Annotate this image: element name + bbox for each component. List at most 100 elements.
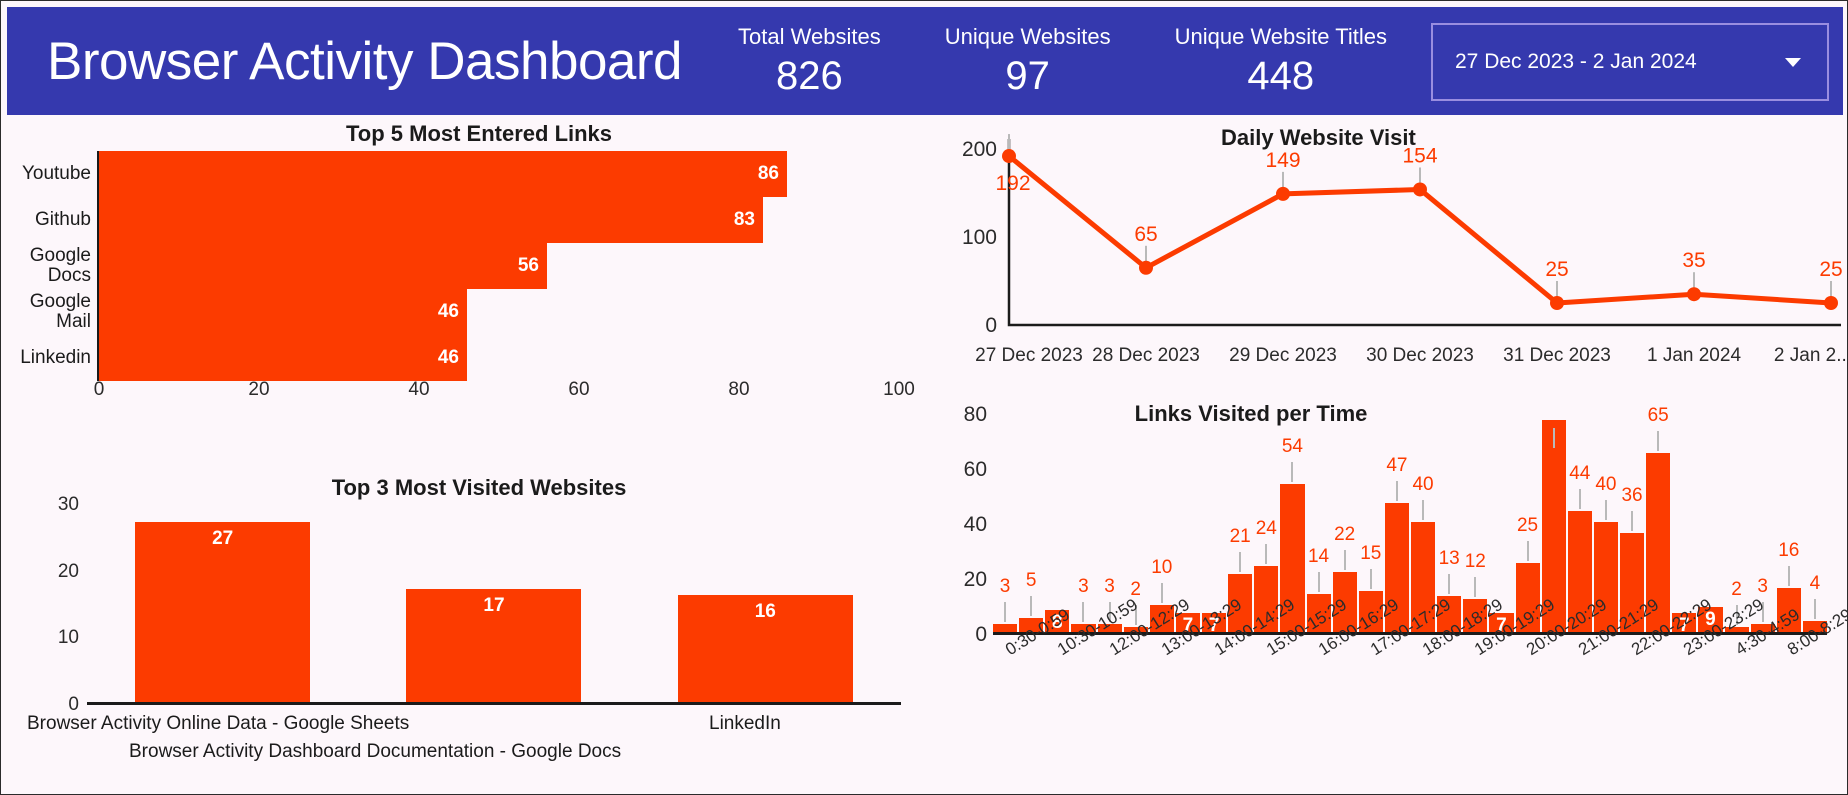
bar-value-label: 2 xyxy=(1731,578,1742,600)
bar-value-label: 5 xyxy=(1025,570,1037,592)
kpi-group: Total Websites 826 Unique Websites 97 Un… xyxy=(728,23,1397,99)
data-point-label: 35 xyxy=(1682,249,1705,272)
bar-value-label: 10 xyxy=(1151,556,1173,578)
bar-value-label: 14 xyxy=(1307,545,1330,567)
kpi-total-websites-label: Total Websites xyxy=(738,24,881,50)
bar-value-label: 21 xyxy=(1229,526,1251,548)
kpi-unique-website-titles-label: Unique Website Titles xyxy=(1174,24,1387,50)
bar[interactable]: 83 xyxy=(99,197,763,243)
kpi-total-websites: Total Websites 826 xyxy=(728,23,891,99)
label-leader xyxy=(1369,568,1372,589)
chart-top-5-most-entered-links[interactable]: Top 5 Most Entered Links Youtube 86 Github… xyxy=(9,117,919,437)
data-point xyxy=(1687,287,1701,302)
bar-category-label: Google Docs xyxy=(29,245,91,286)
bar-value-label: 25 xyxy=(1516,515,1539,537)
bar-category-label: Github xyxy=(35,209,91,231)
bar-category-label: Linkedin xyxy=(20,347,91,369)
y-axis-tick: 30 xyxy=(57,494,79,515)
bar-track: 46 xyxy=(97,289,919,335)
bar-value-label: 56 xyxy=(517,255,539,276)
label-leader xyxy=(1631,511,1634,531)
y-axis: 0 10 20 30 xyxy=(25,494,79,715)
chart-title: Top 3 Most Visited Websites xyxy=(331,475,627,500)
data-point xyxy=(1824,296,1838,310)
label-leader xyxy=(1657,431,1660,452)
bar[interactable]: 3 xyxy=(993,576,1018,632)
category-label: LinkedIn xyxy=(709,713,781,734)
x-axis-tick: 60 xyxy=(568,379,590,400)
y-axis-tick: 40 xyxy=(963,513,987,536)
bar-value-label: 27 xyxy=(212,528,234,549)
bar[interactable]: 27 xyxy=(135,522,311,702)
bar[interactable]: 17 xyxy=(406,588,582,702)
data-point-label: 149 xyxy=(1265,149,1300,172)
date-range-selector[interactable]: 27 Dec 2023 - 2 Jan 2024 xyxy=(1431,23,1829,101)
label-leader xyxy=(1317,571,1320,592)
chevron-down-icon xyxy=(1785,57,1801,67)
category-label: Browser Activity Online Data - Google Sh… xyxy=(27,713,410,734)
bar-value-label: 3 xyxy=(999,575,1011,597)
chart-top-3-most-visited-websites[interactable]: Top 3 Most Visited Websites 0 10 20 30 27 17… xyxy=(9,471,919,791)
x-axis-labels: 0:30-0:59 10:30-10:59 12:00-12:29 13:00-13:… xyxy=(993,595,1848,789)
bar[interactable]: 86 xyxy=(99,151,787,197)
x-axis: 27 Dec 2023 28 Dec 2023 29 Dec 2023 30 Dec … xyxy=(931,345,1848,379)
y-axis-tick: 200 xyxy=(962,138,997,161)
y-axis: 0 20 40 60 80 xyxy=(931,403,987,646)
bar-category-label: Youtube xyxy=(21,163,91,185)
bar-value-label: 47 xyxy=(1386,454,1408,476)
x-axis-tick: 1 Jan 2024 xyxy=(1646,345,1742,366)
label-leader xyxy=(1395,480,1398,501)
data-point-label: 192 xyxy=(995,172,1030,195)
bar-track: 83 xyxy=(97,197,919,243)
label-leader xyxy=(1030,596,1033,617)
dashboard-header: Browser Activity Dashboard Total Website… xyxy=(7,7,1843,115)
bar-group: 27 17 16 xyxy=(87,505,901,705)
label-leader xyxy=(1082,601,1085,622)
bar-category-label: Google Mail xyxy=(29,291,91,332)
bar-value-label: 3 xyxy=(1757,575,1768,597)
y-axis-tick: 0 xyxy=(975,623,987,646)
kpi-unique-websites-label: Unique Websites xyxy=(944,24,1111,50)
chart-daily-website-visit[interactable]: 0 100 200 Daily Website Visit 192 65 149 154 25 3… xyxy=(931,117,1848,389)
bar-value-label: 3 xyxy=(1078,575,1089,597)
bar-value-label: 24 xyxy=(1255,518,1277,539)
data-point xyxy=(1413,182,1427,197)
data-point-label: 154 xyxy=(1402,144,1437,167)
label-leader xyxy=(1474,577,1477,597)
dashboard-root: Browser Activity Dashboard Total Website… xyxy=(0,0,1848,795)
label-leader xyxy=(1578,489,1581,509)
label-leader xyxy=(1787,566,1790,586)
x-axis-tick: 30 Dec 2023 xyxy=(1366,345,1474,366)
bar-row: Google Mail 46 xyxy=(9,289,919,335)
data-point-label: 25 xyxy=(1819,258,1842,281)
label-leader xyxy=(1604,500,1607,520)
y-axis-tick: 20 xyxy=(963,568,987,591)
bar-value-label: 22 xyxy=(1334,523,1356,545)
bar[interactable]: 46 xyxy=(99,289,467,335)
page-title: Browser Activity Dashboard xyxy=(47,31,683,91)
x-axis-tick: 2 Jan 2... xyxy=(1773,345,1848,366)
bar-value-label: 16 xyxy=(1778,540,1800,561)
bar[interactable]: 16 xyxy=(677,595,853,702)
label-leader xyxy=(1813,599,1816,619)
bar-value-label: 40 xyxy=(1412,474,1434,495)
bar-value-label: 83 xyxy=(733,209,755,230)
x-axis-tick: 0 xyxy=(93,379,105,400)
bar[interactable]: 56 xyxy=(99,243,547,289)
chart-links-visited-per-time[interactable]: Links Visited per Time 0 20 40 60 80 3583321… xyxy=(931,397,1848,793)
label-leader xyxy=(1552,428,1555,449)
bar-value-label: 3 xyxy=(1104,575,1115,597)
bar-value-label: 46 xyxy=(437,301,459,322)
label-leader xyxy=(1239,552,1242,573)
x-axis-tick: 28 Dec 2023 xyxy=(1092,345,1200,366)
data-point xyxy=(1550,296,1564,310)
x-axis-tick: 29 Dec 2023 xyxy=(1229,345,1337,366)
bar-value-label: 46 xyxy=(437,347,459,368)
bar-value-label: 13 xyxy=(1438,548,1460,570)
label-leader xyxy=(1422,500,1425,520)
chart-title: Top 5 Most Entered Links xyxy=(345,121,613,146)
y-axis-tick: 0 xyxy=(985,314,997,337)
x-axis-tick: 80 xyxy=(728,379,750,400)
bar-value-label: 4 xyxy=(1809,573,1821,594)
bar-row: Google Docs 56 xyxy=(9,243,919,289)
